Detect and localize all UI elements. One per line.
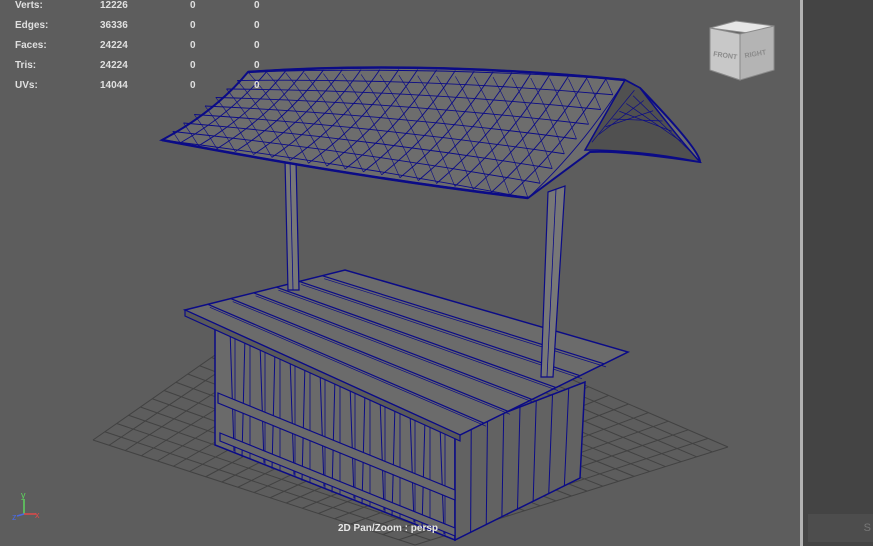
axis-x-label: x [35,510,40,520]
axis-z-label: z [12,512,17,522]
hud-row-edges: Edges: 36336 0 0 [15,20,260,31]
hud-row-verts: Verts: 12226 0 0 [15,0,260,11]
hud-row-tris: Tris: 24224 0 0 [15,60,260,71]
axis-y-label: y [21,490,26,500]
poly-count-hud: Verts: 12226 0 0 Edges: 36336 0 0 Faces:… [15,0,275,96]
axis-z-line [16,513,25,517]
camera-name-label: 2D Pan/Zoom : persp [338,523,439,534]
perspective-viewport[interactable]: Verts: 12226 0 0 Edges: 36336 0 0 Faces:… [0,0,800,546]
view-cube[interactable]: FRONT RIGHT [706,18,778,84]
side-panel-field-label: S [863,522,871,534]
market-stall-model[interactable] [159,66,703,542]
hud-row-faces: Faces: 24224 0 0 [15,40,260,51]
side-panel [803,0,873,546]
axis-gizmo: y x z [12,490,40,522]
counter-side-line [470,425,472,533]
hud-row-uvs: UVs: 14044 0 0 [15,80,260,91]
side-panel-field[interactable]: S [808,514,873,542]
roof-post-left [284,159,300,291]
